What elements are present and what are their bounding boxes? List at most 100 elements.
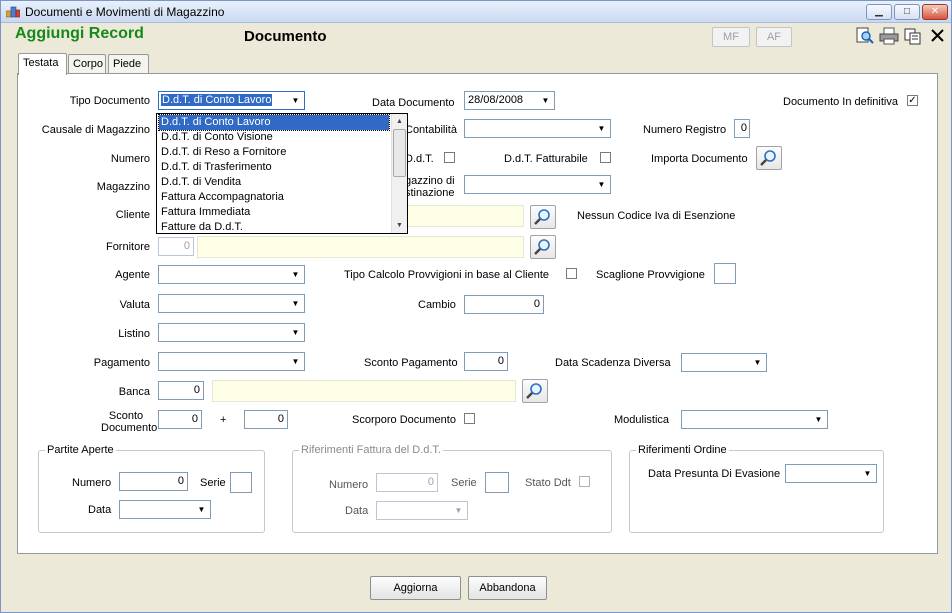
fornitore-code-input[interactable]: 0 — [158, 237, 194, 256]
riferimenti-numero-input[interactable]: 0 — [376, 473, 438, 492]
partite-data-label: Data — [88, 504, 112, 516]
chevron-down-icon[interactable]: ▼ — [750, 355, 765, 370]
dropdown-option[interactable]: D.d.T. di Reso a Fornitore — [159, 145, 389, 160]
pagamento-select[interactable]: ▼ — [158, 352, 305, 371]
magazzino-destinazione-select[interactable]: ▼ — [464, 175, 611, 194]
abbandona-button[interactable]: Abbandona — [468, 576, 547, 600]
fornitore-description-field[interactable] — [197, 236, 524, 258]
chevron-down-icon[interactable]: ▼ — [451, 503, 466, 518]
banca-search-button[interactable] — [522, 379, 548, 403]
sconto-documento-input-1[interactable]: 0 — [158, 410, 202, 429]
cambio-input[interactable]: 0 — [464, 295, 544, 314]
magazzino-destinazione-label-line1: gazzino di — [405, 175, 455, 187]
dropdown-option[interactable]: Fatture da D.d.T. — [159, 220, 389, 235]
mf-button[interactable]: MF — [712, 27, 750, 47]
banca-code-input[interactable]: 0 — [158, 381, 204, 400]
sconto-documento-input-2[interactable]: 0 — [244, 410, 288, 429]
dropdown-option[interactable]: D.d.T. di Vendita — [159, 175, 389, 190]
maximize-button[interactable]: □ — [894, 4, 920, 20]
riferimenti-ordine-group: Riferimenti Ordine — [629, 444, 884, 533]
aggiorna-button[interactable]: Aggiorna — [370, 576, 461, 600]
modulistica-select[interactable]: ▼ — [681, 410, 828, 429]
partite-numero-input[interactable]: 0 — [119, 472, 188, 491]
tab-testata[interactable]: Testata — [18, 53, 67, 75]
sconto-documento-label-line2: Documento — [101, 422, 158, 434]
find-icon[interactable] — [856, 27, 874, 45]
close-icon[interactable] — [930, 28, 945, 43]
print-icon[interactable] — [879, 27, 899, 45]
partite-serie-input[interactable] — [230, 472, 252, 493]
cliente-search-button[interactable] — [530, 205, 556, 229]
banca-description-field[interactable] — [212, 380, 516, 402]
af-button[interactable]: AF — [756, 27, 792, 47]
scaglione-input[interactable] — [714, 263, 736, 284]
valuta-select[interactable]: ▼ — [158, 294, 305, 313]
partite-serie-label: Serie — [200, 477, 226, 489]
chevron-down-icon[interactable]: ▼ — [288, 354, 303, 369]
causale-contabilita-select[interactable]: ▼ — [464, 119, 611, 138]
agente-select[interactable]: ▼ — [158, 265, 305, 284]
dropdown-scrollbar[interactable]: ▲ ▼ — [391, 114, 407, 233]
causale-contabilita-label: Contabilità — [405, 124, 457, 136]
cambio-label: Cambio — [418, 299, 456, 311]
chevron-down-icon[interactable]: ▼ — [288, 296, 303, 311]
documento-definitiva-label: Documento In definitiva — [783, 96, 898, 108]
listino-select[interactable]: ▼ — [158, 323, 305, 342]
tab-corpo[interactable]: Corpo — [68, 54, 106, 74]
scorporo-checkbox[interactable] — [464, 413, 475, 424]
copy-icon[interactable] — [904, 28, 922, 45]
dropdown-option[interactable]: Fattura Immediata — [159, 205, 389, 220]
chevron-down-icon[interactable]: ▼ — [811, 412, 826, 427]
sconto-pagamento-input[interactable]: 0 — [464, 352, 508, 371]
numero-label: Numero — [110, 153, 150, 165]
scroll-thumb[interactable] — [393, 129, 406, 177]
tab-piede[interactable]: Piede — [108, 54, 149, 74]
ddt-fatturabile-checkbox[interactable] — [600, 152, 611, 163]
scaglione-label: Scaglione Provvigione — [596, 269, 705, 281]
tipo-calcolo-checkbox[interactable] — [566, 268, 577, 279]
data-presunta-picker[interactable]: ▼ — [785, 464, 877, 483]
dropdown-option[interactable]: D.d.T. di Conto Visione — [159, 130, 389, 145]
chevron-down-icon[interactable]: ▼ — [288, 325, 303, 340]
scroll-up-icon[interactable]: ▲ — [392, 114, 407, 129]
riferimenti-serie-input[interactable] — [485, 472, 509, 493]
dropdown-option[interactable]: D.d.T. di Trasferimento — [159, 160, 389, 175]
data-scadenza-picker[interactable]: ▼ — [681, 353, 767, 372]
partite-aperte-title: Partite Aperte — [45, 444, 116, 456]
importa-documento-label: Importa Documento — [651, 153, 748, 165]
magnifier-icon — [760, 150, 776, 166]
cliente-description-field[interactable] — [406, 205, 524, 227]
close-window-button[interactable]: ✕ — [922, 4, 948, 20]
chevron-down-icon[interactable]: ▼ — [860, 466, 875, 481]
sconto-documento-label: Sconto Documento — [101, 410, 158, 434]
magnifier-icon — [526, 383, 542, 399]
ddt-checkbox[interactable] — [444, 152, 455, 163]
esenzione-text: Nessun Codice Iva di Esenzione — [577, 210, 736, 222]
scroll-down-icon[interactable]: ▼ — [392, 218, 407, 233]
partite-data-picker[interactable]: ▼ — [119, 500, 211, 519]
tipo-documento-dropdown[interactable]: D.d.T. di Conto Lavoro D.d.T. di Conto V… — [156, 113, 408, 234]
data-documento-picker[interactable]: 28/08/2008 ▼ — [464, 91, 555, 110]
fornitore-search-button[interactable] — [530, 235, 556, 259]
riferimenti-data-picker[interactable]: ▼ — [376, 501, 468, 520]
listino-label: Listino — [118, 328, 150, 340]
documento-definitiva-checkbox[interactable]: ✓ — [907, 95, 918, 106]
dropdown-option[interactable]: Fattura Accompagnatoria — [159, 190, 389, 205]
tipo-documento-select[interactable]: D.d.T. di Conto Lavoro ▼ — [158, 91, 305, 110]
numero-registro-input[interactable]: 0 — [734, 119, 750, 138]
importa-documento-button[interactable] — [756, 146, 782, 170]
chevron-down-icon[interactable]: ▼ — [194, 502, 209, 517]
banca-label: Banca — [118, 386, 150, 398]
minimize-button[interactable]: ▁ — [866, 4, 892, 20]
riferimenti-fattura-title: Riferimenti Fattura del D.d.T. — [299, 444, 443, 456]
chevron-down-icon[interactable]: ▼ — [538, 93, 553, 108]
pagamento-label: Pagamento — [93, 357, 150, 369]
plus-sign: + — [220, 414, 227, 426]
stato-ddt-checkbox[interactable] — [579, 476, 590, 487]
tipo-documento-value: D.d.T. di Conto Lavoro — [161, 94, 273, 106]
dropdown-option[interactable]: D.d.T. di Conto Lavoro — [158, 114, 390, 131]
chevron-down-icon[interactable]: ▼ — [594, 177, 609, 192]
chevron-down-icon[interactable]: ▼ — [288, 93, 303, 108]
chevron-down-icon[interactable]: ▼ — [594, 121, 609, 136]
chevron-down-icon[interactable]: ▼ — [288, 267, 303, 282]
